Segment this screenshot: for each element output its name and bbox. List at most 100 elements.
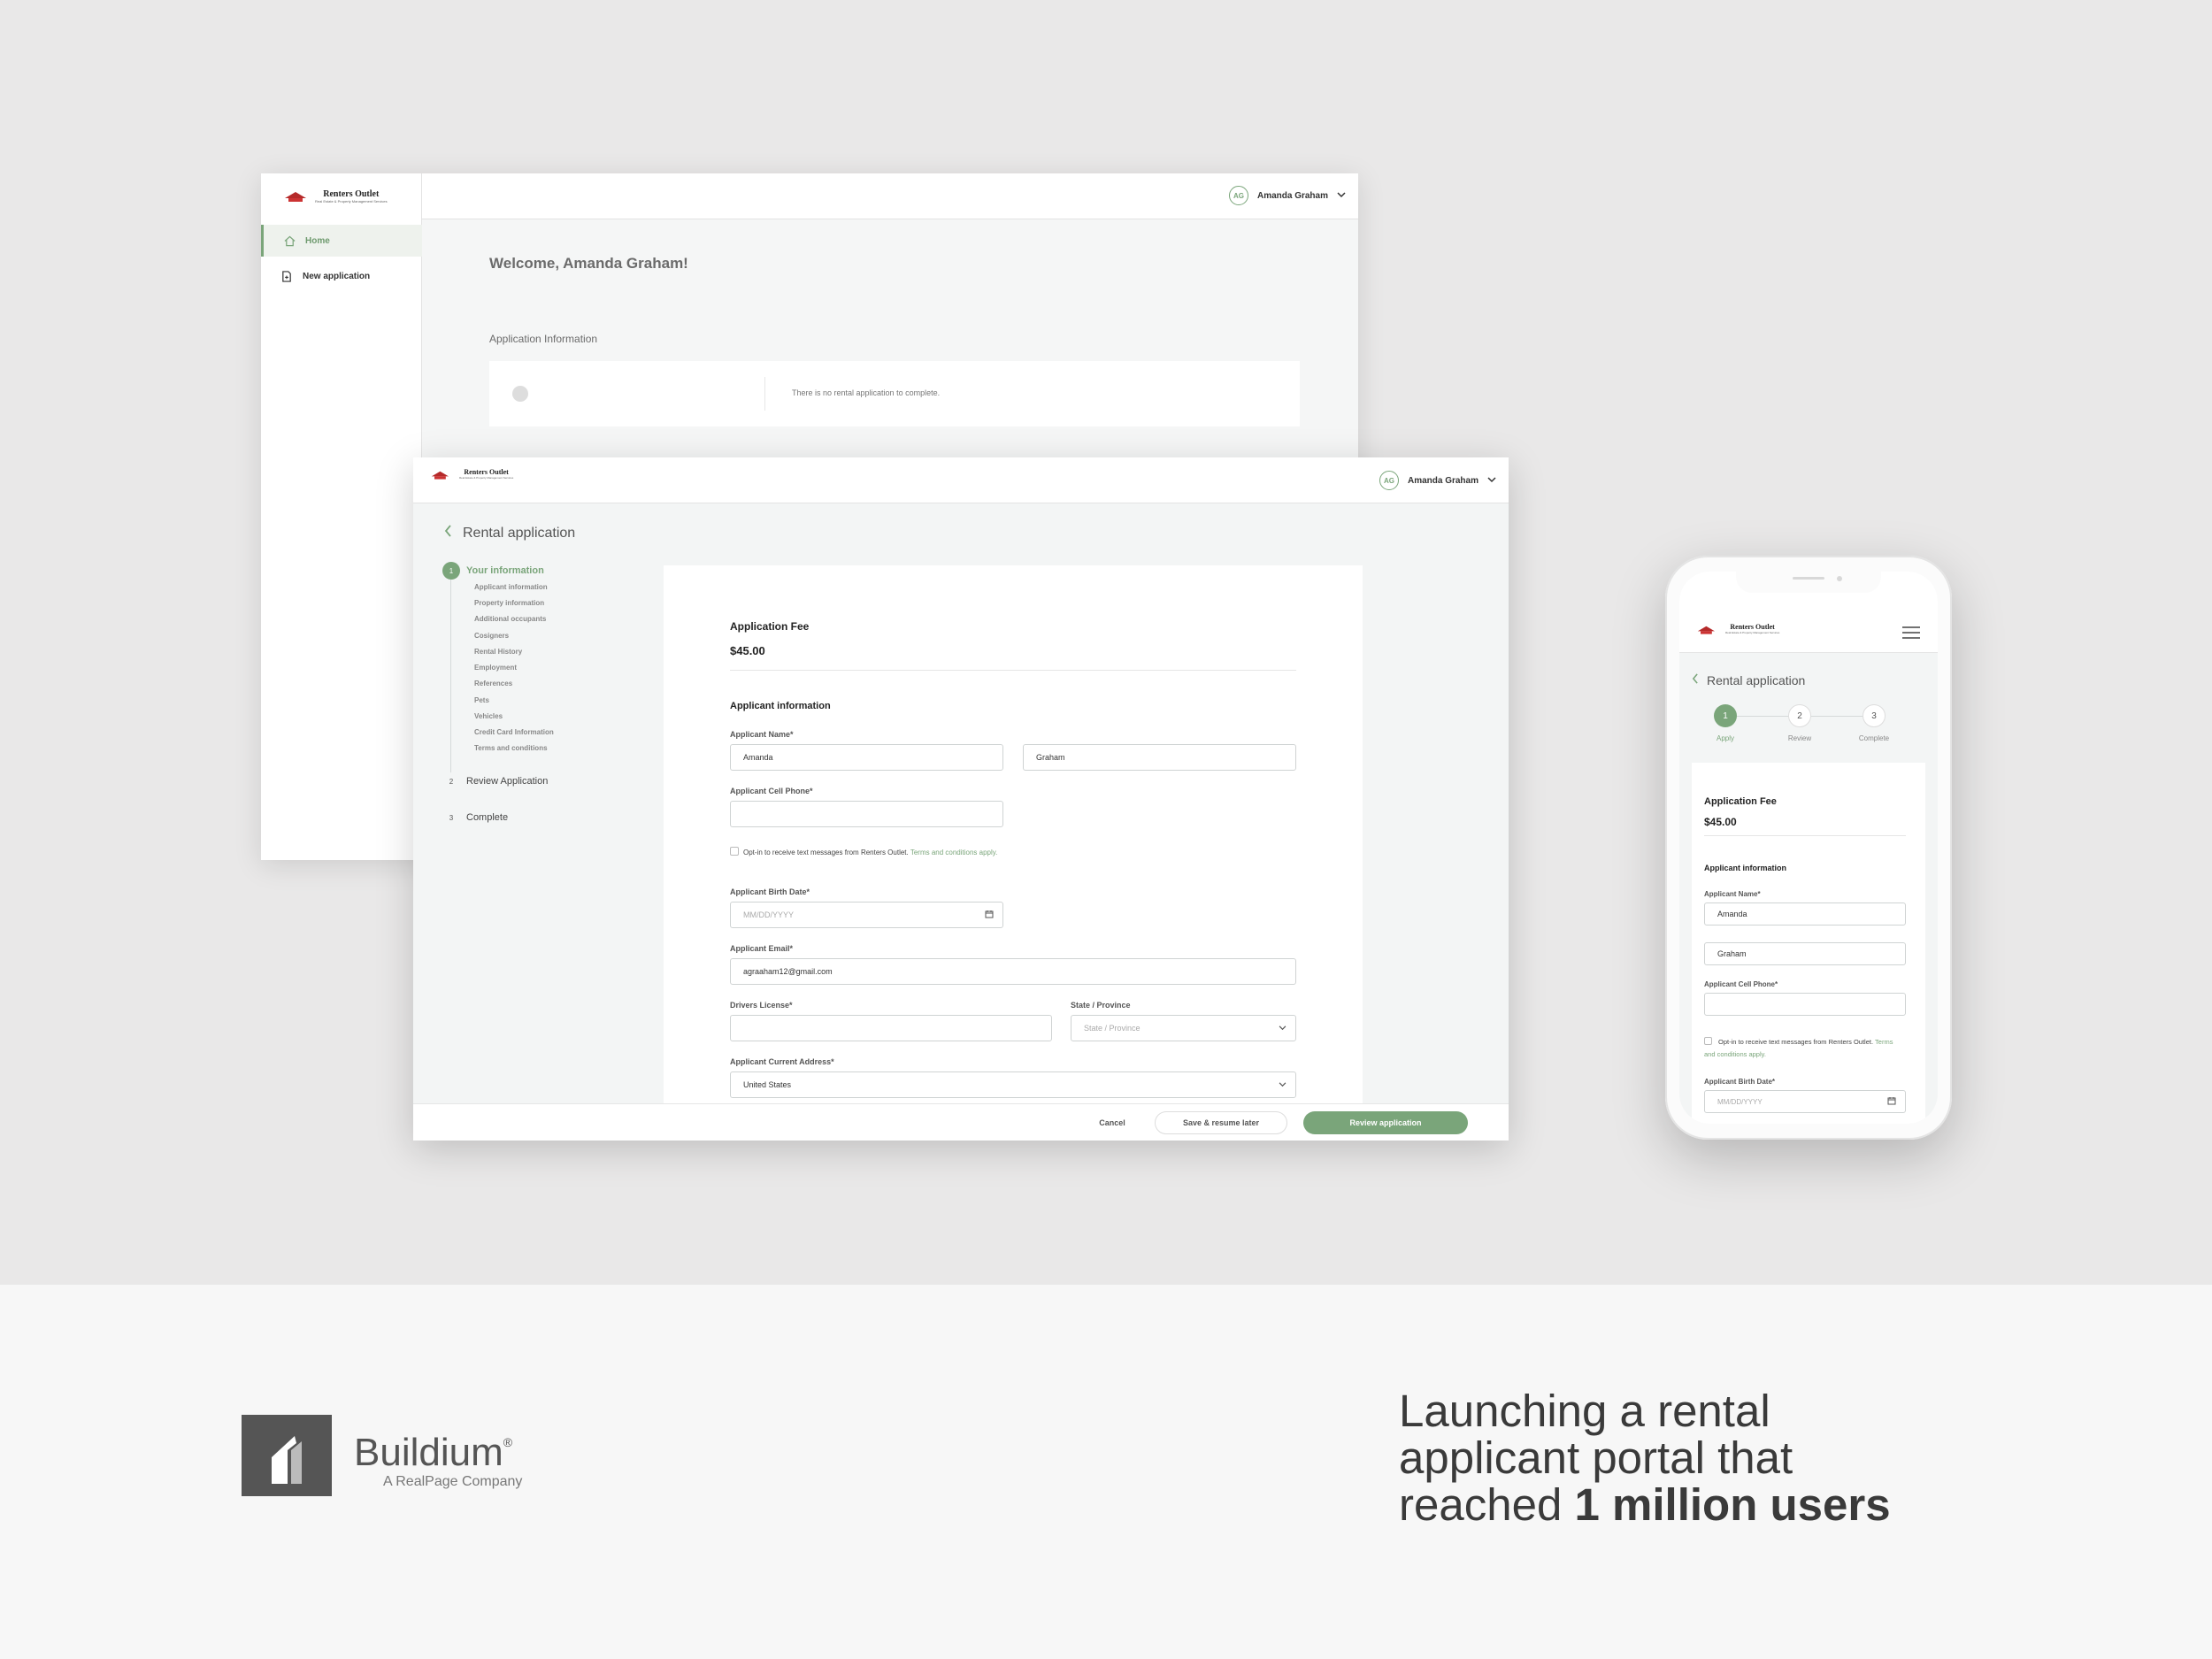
mobile-page-header: Rental application	[1692, 672, 1805, 688]
brand-logo[interactable]: Renters Outlet Real Estate & Property Ma…	[427, 468, 513, 480]
document-icon	[280, 270, 293, 282]
page-header: Rental application	[444, 525, 575, 541]
fee-label: Application Fee	[1704, 796, 1777, 807]
first-name-input[interactable]: Amanda	[730, 744, 1003, 771]
birth-date-label: Applicant Birth Date*	[1704, 1078, 1776, 1086]
substep-credit-card-information[interactable]: Credit Card Information	[474, 728, 554, 736]
divider	[730, 670, 1296, 671]
status-icon	[512, 386, 528, 402]
substep-cosigners[interactable]: Cosigners	[474, 632, 509, 640]
mobile-step-complete[interactable]: 3 Complete	[1847, 704, 1901, 742]
substep-applicant-information[interactable]: Applicant information	[474, 583, 548, 591]
chevron-down-icon	[1337, 191, 1346, 201]
brand-logo[interactable]: Renters Outlet Real Estate & Property Ma…	[283, 189, 388, 204]
welcome-heading: Welcome, Amanda Graham!	[489, 255, 688, 272]
calendar-icon[interactable]	[1887, 1096, 1896, 1107]
empty-message: There is no rental application to comple…	[792, 388, 941, 397]
hamburger-menu-icon[interactable]	[1902, 626, 1920, 643]
mobile-device: Renters Outlet Real Estate & Property Ma…	[1665, 556, 1952, 1140]
page-title: Rental application	[463, 525, 576, 541]
house-logo-icon	[283, 189, 311, 202]
substep-terms-and-conditions[interactable]: Terms and conditions	[474, 744, 548, 752]
headline: Launching a rental applicant portal that…	[1399, 1386, 1891, 1530]
back-icon[interactable]	[1692, 672, 1699, 688]
birth-date-input[interactable]: MM/DD/YYYY	[730, 902, 1003, 928]
first-name-input[interactable]: Amanda	[1704, 902, 1906, 926]
user-menu[interactable]: AG Amanda Graham	[1228, 186, 1346, 205]
phone-label: Applicant Cell Phone*	[730, 787, 813, 795]
country-select[interactable]: United States	[730, 1071, 1296, 1098]
step-complete[interactable]: 3 Complete	[442, 809, 508, 826]
address-label: Applicant Current Address*	[730, 1057, 834, 1066]
last-name-input[interactable]: Graham	[1704, 942, 1906, 965]
step-review-application[interactable]: 2 Review Application	[442, 772, 548, 790]
license-label: Drivers License*	[730, 1001, 793, 1010]
form-footer: Cancel Save & resume later Review applic…	[413, 1103, 1509, 1141]
cancel-button[interactable]: Cancel	[1086, 1111, 1139, 1134]
save-resume-button[interactable]: Save & resume later	[1155, 1111, 1287, 1134]
last-name-input[interactable]: Graham	[1023, 744, 1296, 771]
terms-link[interactable]: Terms and conditions apply.	[910, 849, 998, 856]
sidebar-item-home[interactable]: Home	[261, 225, 422, 257]
avatar: AG	[1379, 471, 1399, 490]
user-menu[interactable]: AG Amanda Graham	[1379, 471, 1496, 490]
email-input[interactable]: agraaham12@gmail.com	[730, 958, 1296, 985]
substep-employment[interactable]: Employment	[474, 664, 517, 672]
chevron-down-icon	[1279, 1080, 1286, 1089]
application-card: There is no rental application to comple…	[489, 361, 1300, 426]
mobile-form: Application Fee $45.00 Applicant informa…	[1692, 763, 1925, 1124]
birth-date-label: Applicant Birth Date*	[730, 887, 810, 896]
divider	[764, 377, 765, 411]
camera	[1837, 576, 1842, 581]
brand-logo[interactable]: Renters Outlet Real Estate & Property Ma…	[1694, 623, 1779, 635]
name-label: Applicant Name*	[1704, 890, 1761, 898]
substep-rental-history[interactable]: Rental History	[474, 648, 522, 656]
review-application-button[interactable]: Review application	[1303, 1111, 1468, 1134]
top-bar: AG Amanda Graham	[422, 173, 1358, 219]
chevron-down-icon	[1279, 1024, 1286, 1033]
email-label: Applicant Email*	[730, 944, 794, 953]
top-bar: Renters Outlet Real Estate & Property Ma…	[413, 457, 1509, 503]
buildium-subtitle: A RealPage Company	[383, 1474, 523, 1489]
phone-input[interactable]	[1704, 993, 1906, 1016]
mobile-step-review[interactable]: 2 Review	[1773, 704, 1826, 742]
substep-vehicles[interactable]: Vehicles	[474, 712, 503, 720]
sidebar-item-new-application[interactable]: New application	[261, 260, 422, 292]
substep-additional-occupants[interactable]: Additional occupants	[474, 615, 546, 623]
birth-date-input[interactable]: MM/DD/YYYY	[1704, 1090, 1906, 1113]
buildium-logo-icon	[242, 1415, 332, 1496]
chevron-down-icon	[1487, 476, 1496, 486]
divider	[1704, 835, 1906, 836]
buildium-wordmark: Buildium ®	[354, 1431, 513, 1474]
fee-value: $45.00	[730, 644, 765, 657]
calendar-icon[interactable]	[985, 910, 994, 920]
optin-checkbox[interactable]	[730, 847, 739, 856]
phone-label: Applicant Cell Phone*	[1704, 980, 1778, 988]
license-input[interactable]	[730, 1015, 1052, 1041]
fee-label: Application Fee	[730, 620, 810, 633]
application-form: Application Fee $45.00 Applicant informa…	[664, 565, 1363, 1107]
substep-references[interactable]: References	[474, 680, 512, 687]
back-icon[interactable]	[444, 525, 452, 541]
stepper: 1 Your information Applicant information…	[442, 562, 619, 845]
step-your-information[interactable]: 1 Your information	[442, 562, 544, 580]
mobile-step-apply[interactable]: 1 Apply	[1699, 704, 1752, 742]
substep-property-information[interactable]: Property information	[474, 599, 544, 607]
speaker	[1793, 577, 1824, 580]
section-heading: Applicant information	[1704, 864, 1786, 872]
phone-input[interactable]	[730, 801, 1003, 827]
fee-value: $45.00	[1704, 816, 1737, 828]
footer-band: Buildium ® A RealPage Company Launching …	[0, 1285, 2212, 1659]
optin-text: Opt-in to receive text messages from Ren…	[1704, 1038, 1893, 1058]
application-window: Renters Outlet Real Estate & Property Ma…	[413, 457, 1509, 1141]
home-icon	[283, 234, 296, 247]
state-select[interactable]: State / Province	[1071, 1015, 1296, 1041]
optin-text: Opt-in to receive text messages from Ren…	[743, 849, 998, 856]
stepper-line	[450, 576, 451, 787]
house-logo-icon	[1696, 624, 1719, 634]
phone-notch	[1736, 572, 1881, 593]
section-heading: Applicant information	[730, 701, 831, 711]
name-label: Applicant Name*	[730, 730, 794, 739]
substep-pets[interactable]: Pets	[474, 696, 489, 704]
mobile-screen: Renters Outlet Real Estate & Property Ma…	[1679, 572, 1938, 1124]
